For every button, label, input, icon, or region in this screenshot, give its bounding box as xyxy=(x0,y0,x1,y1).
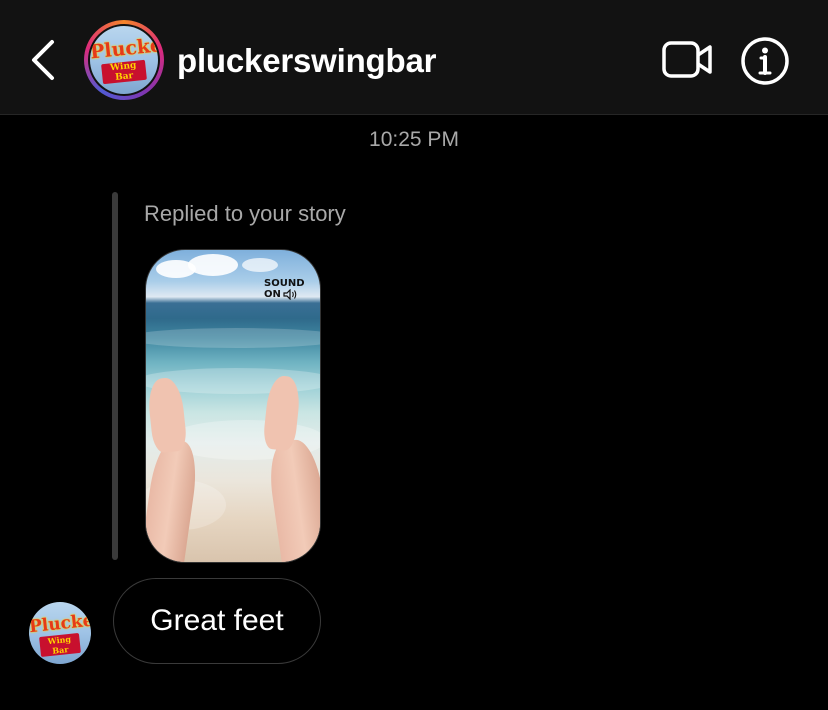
username[interactable]: pluckerswingbar xyxy=(177,42,436,80)
sender-avatar-logo-text: Pluckers xyxy=(29,608,91,638)
video-camera-icon xyxy=(662,41,712,78)
sticker-line-1: SOUND xyxy=(264,278,305,289)
sticker-line-2: ON xyxy=(264,289,281,300)
speaker-icon xyxy=(283,289,297,300)
reply-context-label: Replied to your story xyxy=(144,201,346,226)
video-call-button[interactable] xyxy=(662,40,714,80)
sender-avatar[interactable]: Pluckers Wing Bar xyxy=(29,602,91,664)
info-button[interactable] xyxy=(740,36,790,86)
avatar-logo-subtext: Wing Bar xyxy=(101,59,147,85)
chat-header: Pluckers Wing Bar pluckerswingbar xyxy=(0,0,828,115)
message-timestamp: 10:25 PM xyxy=(369,128,459,151)
reply-quote-bar xyxy=(112,192,118,560)
message-bubble[interactable]: Great feet xyxy=(113,578,321,664)
story-preview[interactable]: SOUND ON xyxy=(145,249,321,563)
sender-avatar-logo-subtext: Wing Bar xyxy=(39,632,81,658)
avatar[interactable]: Pluckers Wing Bar xyxy=(90,26,158,94)
info-icon xyxy=(741,37,789,85)
back-button[interactable] xyxy=(22,34,66,86)
avatar-logo-text: Pluckers xyxy=(90,31,158,64)
chevron-left-icon xyxy=(32,40,54,80)
sound-on-sticker: SOUND ON xyxy=(264,278,305,300)
message-text: Great feet xyxy=(150,604,284,637)
